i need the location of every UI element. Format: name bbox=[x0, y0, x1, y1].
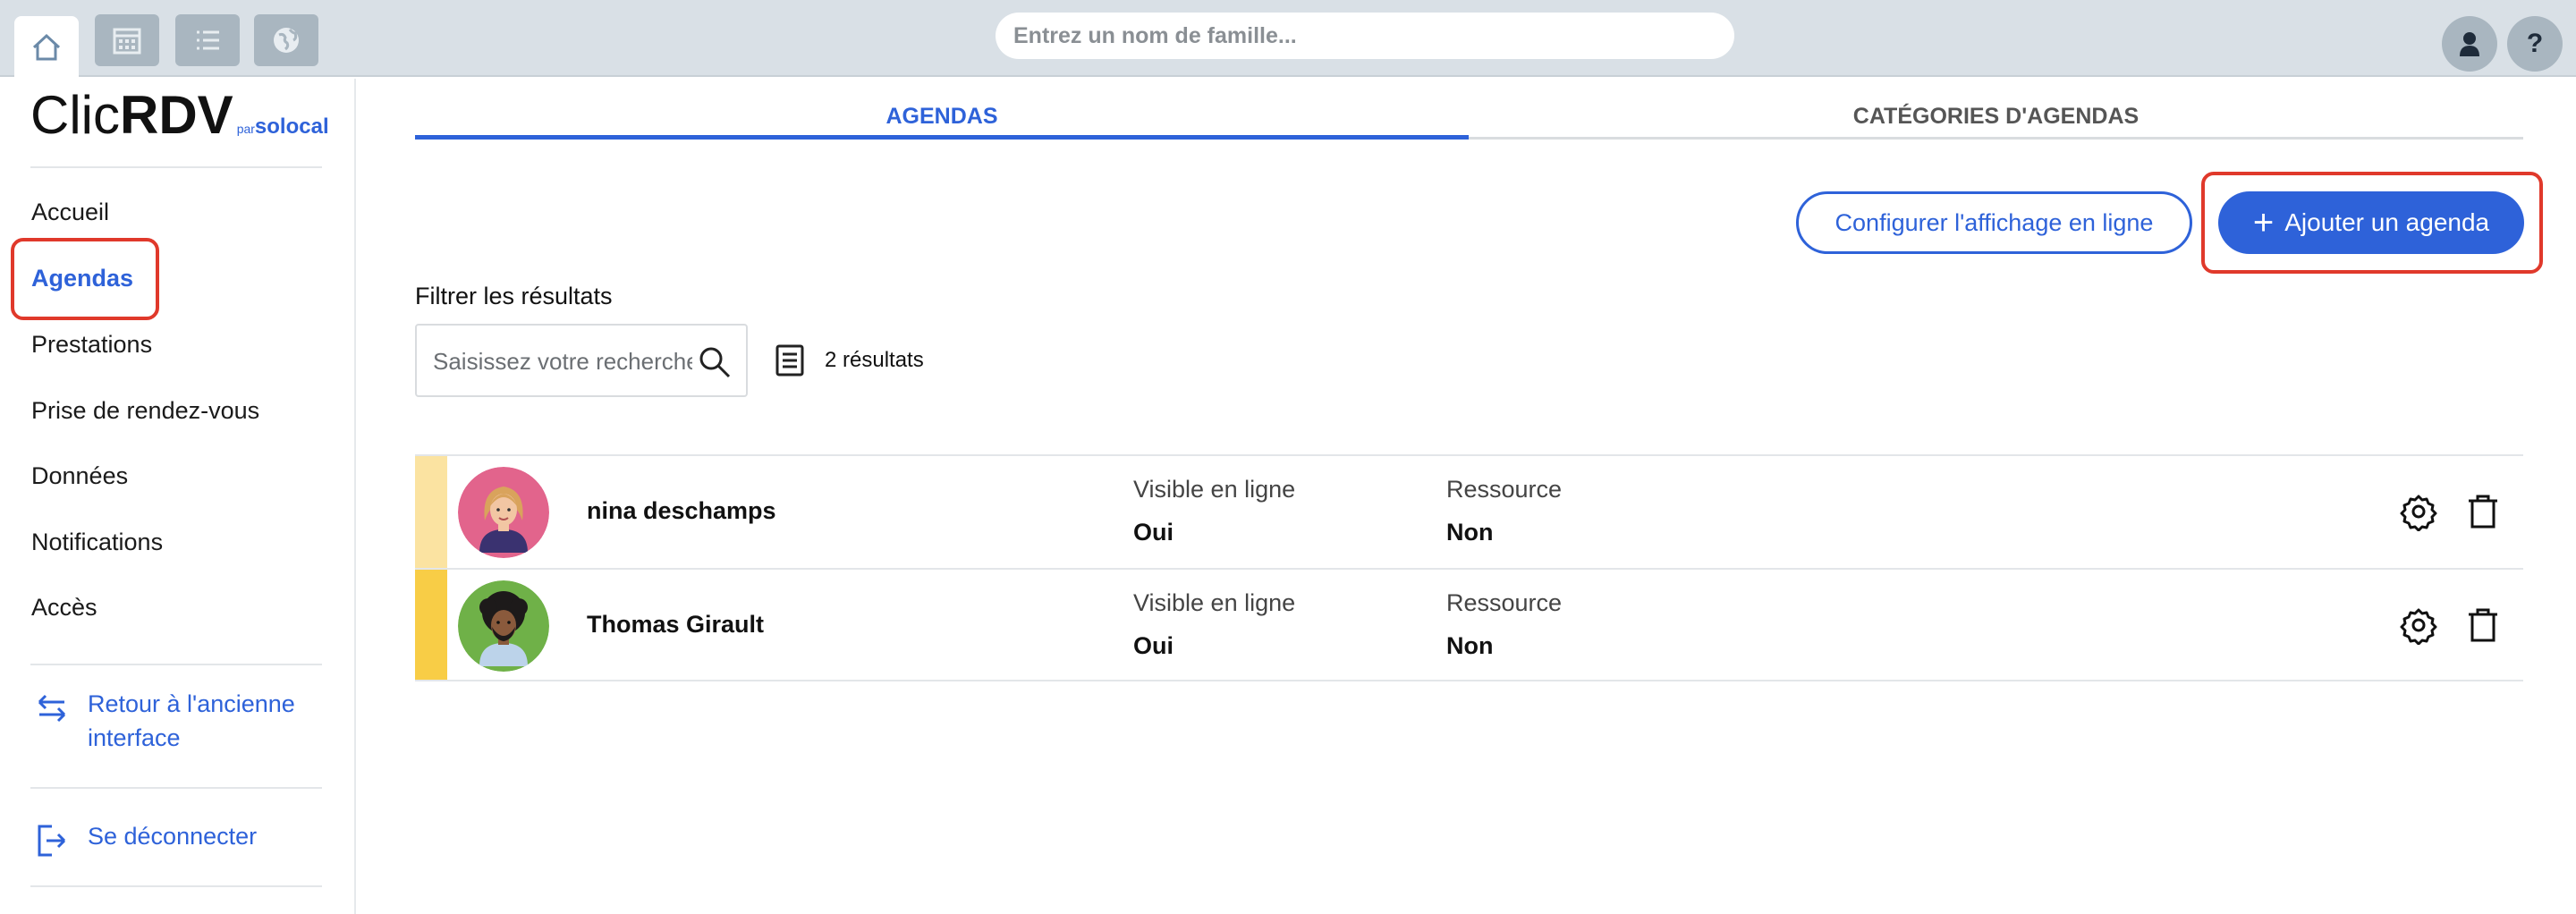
list-item[interactable]: Thomas Girault Visible en ligne Oui Ress… bbox=[415, 568, 2523, 681]
family-name-search-input[interactable] bbox=[996, 13, 1734, 59]
document-list-icon bbox=[775, 344, 804, 377]
home-icon bbox=[32, 33, 61, 61]
tab-categories-agendas[interactable]: CATÉGORIES D'AGENDAS bbox=[1469, 98, 2523, 140]
list-item[interactable]: nina deschamps Visible en ligne Oui Ress… bbox=[415, 454, 2523, 568]
settings-gear-icon[interactable] bbox=[2399, 605, 2438, 645]
filter-search-box bbox=[415, 324, 748, 397]
logout-label: Se déconnecter bbox=[88, 823, 258, 850]
agenda-list: nina deschamps Visible en ligne Oui Ress… bbox=[415, 454, 2523, 681]
avatar bbox=[458, 580, 549, 672]
resource-value: Non bbox=[1446, 519, 1494, 546]
logo-rdv: RDV bbox=[120, 85, 233, 145]
visible-online-label: Visible en ligne bbox=[1133, 476, 1296, 503]
sidebar-item-acces[interactable]: Accès bbox=[31, 594, 97, 622]
sidebar-item-prestations[interactable]: Prestations bbox=[31, 331, 152, 359]
home-tab-button[interactable] bbox=[14, 16, 79, 79]
user-icon bbox=[2460, 32, 2479, 56]
results-count-label: 2 résultats bbox=[825, 348, 924, 372]
visible-online-value: Oui bbox=[1133, 632, 1174, 659]
sidebar-item-agendas[interactable]: Agendas bbox=[31, 265, 133, 292]
help-label: ? bbox=[2526, 29, 2544, 58]
sidebar: ClicRDV parsolocal Accueil Agendas Presta… bbox=[0, 79, 356, 914]
plus-icon: + bbox=[2252, 203, 2275, 242]
sidebar-divider bbox=[30, 885, 322, 887]
globe-tab-button[interactable] bbox=[254, 14, 318, 66]
sidebar-divider bbox=[30, 664, 322, 665]
sidebar-item-notifications[interactable]: Notifications bbox=[31, 529, 163, 556]
logo-par: par bbox=[236, 122, 255, 136]
trash-icon[interactable] bbox=[2463, 605, 2503, 645]
trash-icon[interactable] bbox=[2463, 492, 2503, 531]
swap-arrows-icon bbox=[38, 694, 66, 723]
visible-online-label: Visible en ligne bbox=[1133, 589, 1296, 616]
filter-label: Filtrer les résultats bbox=[415, 283, 613, 309]
agenda-color-strip bbox=[415, 456, 447, 568]
configure-online-display-button[interactable]: Configurer l'affichage en ligne bbox=[1796, 191, 2192, 254]
tabs: AGENDAS CATÉGORIES D'AGENDAS bbox=[415, 98, 2523, 140]
agenda-color-strip bbox=[415, 570, 447, 680]
tab-agendas[interactable]: AGENDAS bbox=[415, 98, 1469, 140]
add-agenda-button[interactable]: + Ajouter un agenda bbox=[2218, 191, 2524, 254]
avatar bbox=[458, 467, 549, 558]
resource-label: Ressource bbox=[1446, 476, 1563, 503]
list-tab-button[interactable] bbox=[175, 14, 240, 66]
results-count: 2 résultats bbox=[775, 343, 924, 377]
resource-label: Ressource bbox=[1446, 589, 1563, 616]
visible-online-value: Oui bbox=[1133, 519, 1174, 546]
list-icon bbox=[197, 30, 219, 50]
logout-link[interactable]: Se déconnecter bbox=[36, 819, 257, 859]
calendar-tab-button[interactable] bbox=[95, 14, 159, 66]
calendar-icon bbox=[113, 28, 141, 55]
help-button[interactable]: ? bbox=[2507, 16, 2563, 72]
sidebar-item-accueil[interactable]: Accueil bbox=[31, 199, 109, 226]
sidebar-item-prise-de-rendez-vous[interactable]: Prise de rendez-vous bbox=[31, 397, 259, 425]
resource-value: Non bbox=[1446, 632, 1494, 659]
sidebar-divider bbox=[30, 787, 322, 789]
agenda-name: nina deschamps bbox=[587, 497, 776, 524]
globe-icon bbox=[274, 28, 299, 53]
top-bar: ? bbox=[0, 0, 2576, 79]
clicrdv-logo: ClicRDV parsolocal bbox=[30, 84, 329, 146]
logo-clic: Clic bbox=[30, 85, 120, 145]
logout-icon bbox=[38, 825, 66, 857]
back-to-old-interface-link[interactable]: Retour à l'ancienne interface bbox=[36, 687, 322, 755]
back-link-label: Retour à l'ancienne interface bbox=[88, 690, 295, 751]
filter-search-input[interactable] bbox=[433, 343, 692, 379]
search-icon[interactable] bbox=[698, 345, 732, 379]
logo-solocal: solocal bbox=[254, 114, 329, 139]
settings-gear-icon[interactable] bbox=[2399, 492, 2438, 531]
agenda-name: Thomas Girault bbox=[587, 611, 765, 638]
user-account-button[interactable] bbox=[2442, 16, 2497, 72]
sidebar-item-donnees[interactable]: Données bbox=[31, 462, 128, 490]
add-agenda-label: Ajouter un agenda bbox=[2284, 208, 2490, 236]
sidebar-divider bbox=[30, 166, 322, 168]
